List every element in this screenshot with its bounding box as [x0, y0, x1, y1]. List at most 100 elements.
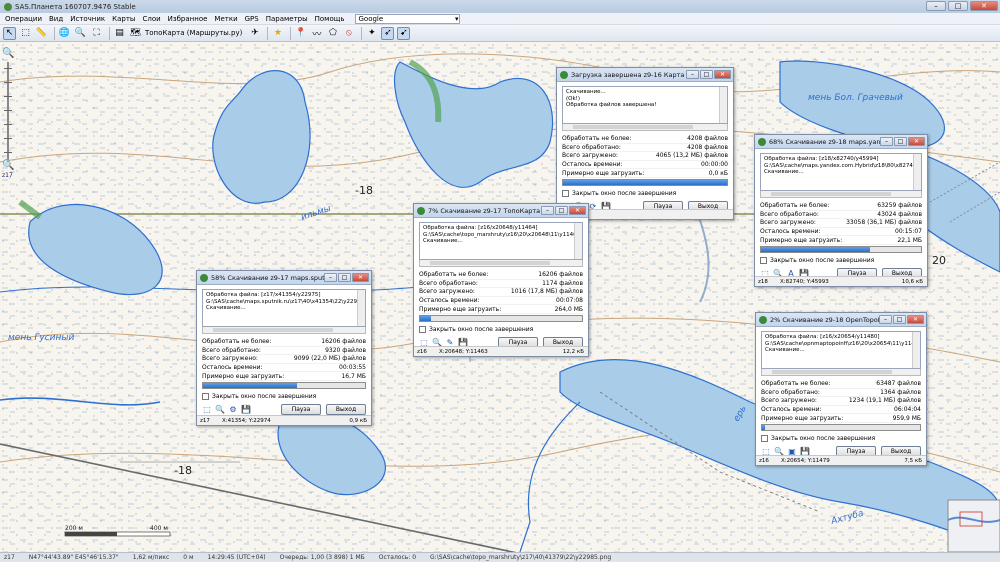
- placemark-icon[interactable]: 📍: [294, 27, 307, 40]
- dialog-minimize-button[interactable]: –: [686, 70, 699, 79]
- log-scrollbar[interactable]: [719, 87, 727, 123]
- log-scrollbar[interactable]: [912, 332, 920, 368]
- log-hscrollbar[interactable]: [419, 260, 583, 267]
- status-speed: 0,9 кБ: [349, 417, 367, 424]
- gps-track-icon[interactable]: ➶: [381, 26, 395, 40]
- minimize-button[interactable]: –: [926, 1, 946, 11]
- download-dialog-sputnik[interactable]: 58% Скачивание z9-17 maps.sputnik... – □ ✕…: [196, 270, 372, 426]
- close-after-checkbox[interactable]: [202, 392, 209, 400]
- menu-view[interactable]: Вид: [49, 15, 63, 23]
- dialog-close-button[interactable]: ✕: [352, 273, 369, 282]
- dialog-minimize-button[interactable]: –: [879, 315, 892, 324]
- layers-icon[interactable]: ▤: [113, 27, 126, 40]
- pointer-icon[interactable]: ↖: [3, 26, 16, 40]
- menu-maps[interactable]: Карты: [112, 15, 135, 23]
- current-map-label[interactable]: ТопоКарта (Маршруты.ру): [145, 29, 242, 37]
- search-icon[interactable]: 🔍: [74, 27, 87, 40]
- log-hscrollbar[interactable]: [761, 369, 921, 376]
- app-icon: [4, 2, 12, 11]
- gear-icon[interactable]: ⚙: [228, 405, 238, 415]
- ruler-icon[interactable]: 📏: [35, 27, 48, 40]
- menu-help[interactable]: Помощь: [315, 15, 345, 23]
- path-icon[interactable]: 〰: [310, 27, 323, 40]
- exit-button[interactable]: Выход: [326, 404, 366, 416]
- gps-center-icon[interactable]: ➹: [397, 26, 411, 40]
- toolbar-separator: [290, 26, 292, 40]
- dialog-title-bar[interactable]: 68% Скачивание z9-18 maps.yand... – □ ✕: [755, 135, 927, 149]
- row-value: 43024 файлов: [877, 210, 922, 218]
- globe-icon[interactable]: 🌐: [58, 27, 71, 40]
- row-value: 06:04:04: [894, 406, 921, 414]
- log-scrollbar[interactable]: [574, 223, 582, 259]
- select-area-icon[interactable]: ⬚: [202, 405, 212, 415]
- maximize-button[interactable]: □: [948, 1, 968, 11]
- map-elevation-label: -18: [174, 464, 192, 477]
- zoom-slider-track[interactable]: [7, 62, 9, 162]
- status-speed: 10,6 кБ: [901, 278, 923, 285]
- download-dialog-complete[interactable]: Загрузка завершена z9-16 Карта ... – □ ✕ С…: [556, 67, 734, 220]
- pause-button[interactable]: Пауза: [281, 404, 321, 416]
- no-entry-icon[interactable]: ⦸: [342, 27, 355, 40]
- menu-layers[interactable]: Слои: [142, 15, 160, 23]
- log-scrollbar[interactable]: [357, 290, 365, 326]
- dialog-maximize-button[interactable]: □: [893, 315, 906, 324]
- dialog-maximize-button[interactable]: □: [338, 273, 351, 282]
- menu-settings[interactable]: Параметры: [266, 15, 308, 23]
- log-hscrollbar[interactable]: [202, 327, 366, 334]
- row-value: 4208 файлов: [687, 135, 728, 143]
- star-icon[interactable]: ★: [271, 27, 284, 40]
- row-label: Примерно еще загрузить:: [760, 236, 843, 244]
- dialog-title-bar[interactable]: 2% Скачивание z9-18 OpenTopoM... – □ ✕: [756, 313, 926, 327]
- close-after-checkbox[interactable]: [419, 325, 426, 333]
- satellite-icon[interactable]: ✈: [248, 27, 261, 40]
- dialog-minimize-button[interactable]: –: [541, 206, 554, 215]
- dialog-close-button[interactable]: ✕: [908, 137, 925, 146]
- dialog-title-bar[interactable]: Загрузка завершена z9-16 Карта ... – □ ✕: [557, 68, 733, 82]
- map-source-icon[interactable]: 🗺: [129, 27, 142, 40]
- zoom-out-icon[interactable]: 🔍: [2, 160, 14, 172]
- dialog-title-bar[interactable]: 7% Скачивание z9-17 ТопоКарта (... – □ ✕: [414, 204, 588, 218]
- dialog-close-button[interactable]: ✕: [714, 70, 731, 79]
- fullscreen-icon[interactable]: ⛶: [90, 27, 103, 40]
- status-coords: X:41354; Y:22974: [222, 417, 271, 424]
- download-dialog-opentopomap[interactable]: 2% Скачивание z9-18 OpenTopoM... – □ ✕ Обр…: [755, 312, 927, 466]
- search-provider-select[interactable]: Google: [355, 13, 461, 24]
- close-after-checkbox[interactable]: [761, 434, 768, 442]
- log-hscrollbar[interactable]: [562, 124, 728, 131]
- dialog-log: Скачивание... (Ok!) Обработка файлов зав…: [562, 86, 728, 124]
- dialog-minimize-button[interactable]: –: [324, 273, 337, 282]
- search-icon[interactable]: 🔍: [215, 405, 225, 415]
- dialog-maximize-button[interactable]: □: [700, 70, 713, 79]
- dialog-close-button[interactable]: ✕: [569, 206, 586, 215]
- log-hscrollbar[interactable]: [760, 191, 922, 198]
- row-value: 33058 (36,1 МБ) файлов: [846, 219, 922, 227]
- close-after-checkbox[interactable]: [760, 256, 767, 264]
- map-elevation-label: -18: [355, 184, 373, 197]
- close-after-checkbox[interactable]: [562, 189, 569, 197]
- download-dialog-topo[interactable]: 7% Скачивание z9-17 ТопоКарта (... – □ ✕ О…: [413, 203, 589, 357]
- close-button[interactable]: ✕: [970, 1, 998, 11]
- menu-favorites[interactable]: Избранное: [168, 15, 208, 23]
- status-remaining: Осталось: 0: [378, 554, 417, 561]
- select-area-icon[interactable]: ⬚: [19, 27, 32, 40]
- zoom-in-icon[interactable]: 🔍: [2, 48, 14, 60]
- gps-icon[interactable]: ✦: [365, 27, 378, 40]
- download-icon: [758, 137, 766, 146]
- dialog-title-bar[interactable]: 58% Скачивание z9-17 maps.sputnik... – □ ✕: [197, 271, 371, 285]
- save-icon[interactable]: 💾: [241, 405, 251, 415]
- log-scrollbar[interactable]: [913, 154, 921, 190]
- menu-gps[interactable]: GPS: [245, 15, 259, 23]
- dialog-close-button[interactable]: ✕: [907, 315, 924, 324]
- polygon-icon[interactable]: ⬠: [326, 27, 339, 40]
- download-dialog-yandex[interactable]: 68% Скачивание z9-18 maps.yand... – □ ✕ Об…: [754, 134, 928, 287]
- menu-source[interactable]: Источник: [70, 15, 105, 23]
- row-label: Всего обработано:: [761, 388, 820, 396]
- menu-operations[interactable]: Операции: [5, 15, 42, 23]
- zoom-control[interactable]: 🔍 🔍 z17: [2, 48, 14, 188]
- dialog-maximize-button[interactable]: □: [555, 206, 568, 215]
- row-label: Всего загружено:: [761, 397, 817, 405]
- menu-marks[interactable]: Метки: [214, 15, 237, 23]
- progress-bar: [202, 381, 366, 389]
- dialog-minimize-button[interactable]: –: [880, 137, 893, 146]
- dialog-maximize-button[interactable]: □: [894, 137, 907, 146]
